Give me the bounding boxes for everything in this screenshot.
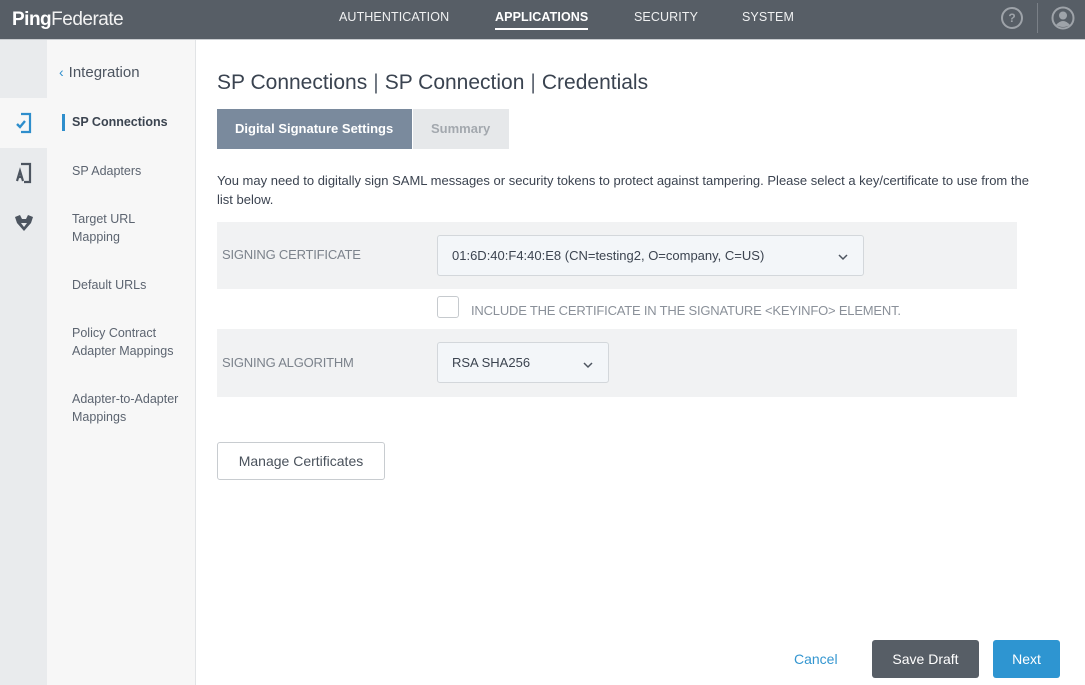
- signing-algorithm-value: RSA SHA256: [452, 355, 531, 370]
- manage-certificates-button[interactable]: Manage Certificates: [217, 442, 385, 480]
- signing-certificate-label: SIGNING CERTIFICATE: [222, 247, 361, 262]
- pingfederate-logo[interactable]: PingFederate: [12, 9, 124, 31]
- rail-item-applications[interactable]: [0, 148, 47, 198]
- signing-algorithm-label: SIGNING ALGORITHM: [222, 355, 354, 370]
- rail-item-sp-connections[interactable]: [0, 98, 47, 148]
- sidebar-item-default-urls[interactable]: Default URLs: [72, 276, 192, 294]
- oauth-icon: [14, 215, 33, 231]
- back-label: Integration: [68, 64, 140, 81]
- page-title: SP Connections | SP Connection | Credentials: [217, 71, 648, 95]
- chevron-left-icon: ‹: [59, 64, 64, 80]
- sidebar-item-sp-connections[interactable]: SP Connections: [62, 113, 192, 131]
- breadcrumb-separator: |: [373, 71, 379, 94]
- breadcrumb-separator: |: [530, 71, 536, 94]
- nav-divider: [1037, 3, 1038, 33]
- secondary-sidebar: ‹ Integration SP Connections SP Adapters …: [47, 40, 196, 685]
- chevron-down-icon: [838, 254, 848, 261]
- sidebar-item-policy-contract-adapter-mappings[interactable]: Policy Contract Adapter Mappings: [72, 324, 187, 360]
- nav-system[interactable]: SYSTEM: [742, 10, 794, 24]
- help-icon[interactable]: ?: [1001, 7, 1023, 29]
- next-button[interactable]: Next: [993, 640, 1060, 678]
- breadcrumb-credentials: Credentials: [541, 71, 649, 94]
- application-icon: [15, 162, 31, 184]
- sidebar-item-target-url-mapping[interactable]: Target URL Mapping: [72, 210, 152, 246]
- signing-algorithm-select[interactable]: RSA SHA256: [437, 342, 609, 383]
- nav-security[interactable]: SECURITY: [634, 10, 698, 24]
- page-description: You may need to digitally sign SAML mess…: [217, 173, 1029, 207]
- save-draft-button[interactable]: Save Draft: [872, 640, 979, 678]
- include-certificate-checkbox[interactable]: [437, 296, 459, 318]
- include-certificate-label: INCLUDE THE CERTIFICATE IN THE SIGNATURE…: [471, 303, 901, 318]
- wizard-tabs: Digital Signature Settings Summary: [217, 109, 509, 149]
- nav-applications[interactable]: APPLICATIONS: [495, 10, 589, 30]
- nav-authentication[interactable]: AUTHENTICATION: [339, 10, 449, 24]
- top-nav-bar: PingFederate AUTHENTICATION APPLICATIONS…: [0, 0, 1085, 40]
- back-to-integration[interactable]: ‹ Integration: [59, 64, 140, 81]
- tab-summary[interactable]: Summary: [413, 109, 509, 149]
- chevron-down-icon: [583, 362, 593, 369]
- signing-certificate-value: 01:6D:40:F4:40:E8 (CN=testing2, O=compan…: [452, 248, 765, 263]
- sidebar-item-sp-adapters[interactable]: SP Adapters: [72, 162, 192, 180]
- cancel-button[interactable]: Cancel: [794, 651, 838, 667]
- sp-connection-icon: [15, 112, 31, 134]
- tab-digital-signature-settings[interactable]: Digital Signature Settings: [217, 109, 412, 149]
- sidebar-item-adapter-to-adapter-mappings[interactable]: Adapter-to-Adapter Mappings: [72, 390, 187, 426]
- user-avatar-icon[interactable]: [1051, 6, 1075, 30]
- breadcrumb-sp-connection: SP Connection: [384, 71, 525, 94]
- signing-certificate-row: SIGNING CERTIFICATE 01:6D:40:F4:40:E8 (C…: [217, 222, 1017, 289]
- signing-algorithm-row: SIGNING ALGORITHM RSA SHA256: [217, 329, 1017, 397]
- icon-rail: [0, 40, 47, 685]
- logo-light: Federate: [51, 9, 124, 30]
- rail-item-oauth[interactable]: [0, 198, 47, 248]
- logo-bold: Ping: [12, 9, 52, 30]
- signing-certificate-select[interactable]: 01:6D:40:F4:40:E8 (CN=testing2, O=compan…: [437, 235, 864, 276]
- breadcrumb-sp-connections: SP Connections: [217, 71, 368, 94]
